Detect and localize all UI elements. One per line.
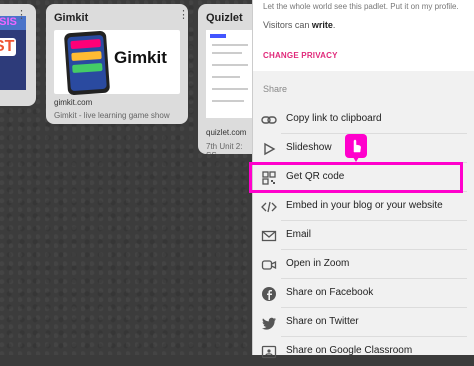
twitter-icon [261, 317, 276, 330]
email-icon [261, 230, 277, 242]
post-thumbnail: SIS ST [0, 16, 26, 90]
google-classroom-icon [261, 345, 277, 359]
thumb-text: ST [0, 38, 17, 56]
play-icon [264, 142, 276, 156]
post-card-gimkit[interactable]: Gimkit ⋮ Gimkit gimkit.com Gimkit - live… [46, 4, 188, 124]
share-item-label: Share on Twitter [286, 316, 359, 327]
share-item-label: Email [286, 229, 312, 240]
share-twitter[interactable]: Share on Twitter [253, 308, 474, 337]
post-card-partial[interactable]: SIS ST ⋮ [0, 4, 36, 106]
post-card-quizlet[interactable]: Quizlet quizlet.com 7th Unit 2: SS [198, 4, 252, 154]
share-copy-link[interactable]: Copy link to clipboard [253, 105, 474, 134]
change-privacy-link[interactable]: CHANGE PRIVACY [263, 51, 338, 60]
post-title: Gimkit [54, 12, 89, 24]
phone-image [63, 30, 111, 96]
share-section: Share Copy link to clipboard Slideshow G… [253, 71, 474, 359]
share-facebook[interactable]: Share on Facebook [253, 279, 474, 308]
permission-value: write [311, 20, 333, 30]
visitors-permission: Visitors can write. [263, 20, 336, 30]
share-email[interactable]: Email [253, 221, 474, 250]
share-item-label: Share on Google Classroom [286, 345, 413, 356]
share-google-classroom[interactable]: Share on Google Classroom [253, 337, 474, 366]
share-item-label: Copy link to clipboard [286, 113, 382, 124]
share-item-label: Share on Facebook [286, 287, 374, 298]
privacy-note: Let the whole world see this padlet. Put… [263, 2, 459, 11]
post-url[interactable]: gimkit.com [54, 98, 92, 107]
gimkit-logo-text: Gimkit [114, 48, 167, 67]
code-icon [261, 201, 277, 213]
facebook-icon [262, 287, 276, 301]
pointer-cursor-icon [345, 134, 367, 162]
share-heading: Share [263, 84, 288, 94]
share-item-label: Slideshow [286, 142, 332, 153]
post-thumbnail: Gimkit [54, 30, 180, 96]
zoom-icon [261, 260, 277, 270]
post-thumbnail [206, 30, 252, 118]
post-title: Quizlet [206, 12, 243, 24]
share-item-label: Open in Zoom [286, 258, 350, 269]
link-icon [261, 116, 277, 124]
post-url[interactable]: quizlet.com [206, 128, 246, 137]
post-description: 7th Unit 2: SS [206, 142, 243, 154]
share-embed[interactable]: Embed in your blog or your website [253, 192, 474, 221]
privacy-section: Let the whole world see this padlet. Put… [253, 0, 474, 71]
more-options-icon[interactable]: ⋮ [178, 10, 188, 21]
post-description: Gimkit - live learning game show [54, 111, 170, 120]
more-options-icon[interactable]: ⋮ [16, 10, 27, 21]
share-item-label: Embed in your blog or your website [286, 200, 443, 211]
share-zoom[interactable]: Open in Zoom [253, 250, 474, 279]
highlight-box [249, 162, 463, 193]
